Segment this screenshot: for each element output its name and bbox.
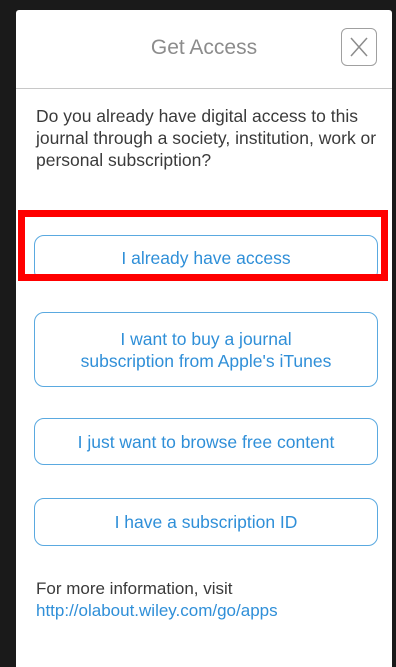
subscription-id-button[interactable]: I have a subscription ID <box>34 498 378 546</box>
buy-itunes-label-line2: subscription from Apple's iTunes <box>80 350 332 371</box>
close-icon <box>350 37 368 57</box>
close-button[interactable] <box>341 28 377 66</box>
dialog-header: Get Access <box>16 10 392 89</box>
already-have-access-button[interactable]: I already have access <box>34 235 378 281</box>
access-question: Do you already have digital access to th… <box>36 106 377 170</box>
browse-free-label: I just want to browse free content <box>77 431 335 452</box>
wiley-apps-link[interactable]: http://olabout.wiley.com/go/apps <box>36 600 386 622</box>
get-access-dialog: Get Access Do you already have digital a… <box>16 10 392 667</box>
buy-itunes-label-line1: I want to buy a journal <box>120 328 292 349</box>
more-info-text: For more information, visit <box>36 579 233 598</box>
more-info-footer: For more information, visit http://olabo… <box>36 578 386 622</box>
dialog-title: Get Access <box>150 36 258 59</box>
buy-itunes-label: I want to buy a journal subscription fro… <box>81 328 332 372</box>
browse-free-content-button[interactable]: I just want to browse free content <box>34 418 378 465</box>
already-have-access-label: I already have access <box>121 248 291 268</box>
subscription-id-label: I have a subscription ID <box>114 512 298 532</box>
buy-itunes-subscription-button[interactable]: I want to buy a journal subscription fro… <box>34 312 378 387</box>
